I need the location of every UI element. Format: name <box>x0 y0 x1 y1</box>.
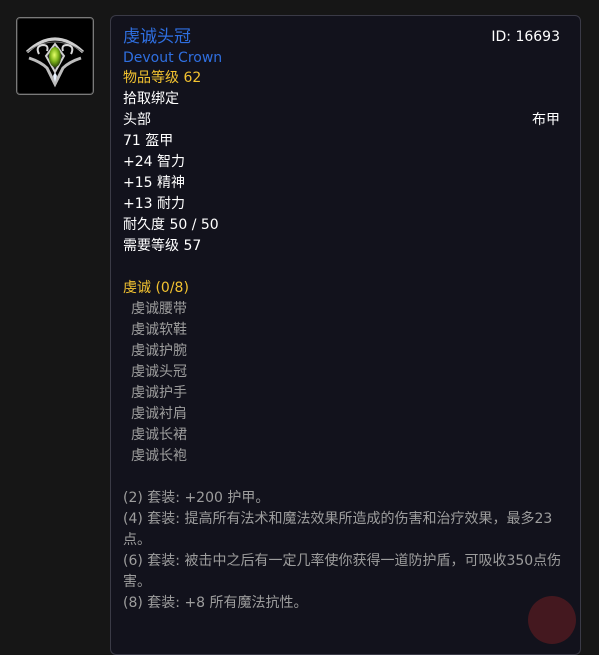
set-piece[interactable]: 虔诚长裙 <box>123 425 568 446</box>
item-icon <box>16 17 94 95</box>
set-piece[interactable]: 虔诚头冠 <box>123 362 568 383</box>
set-bonus-4: (4) 套装: 提高所有法术和魔法效果所造成的伤害和治疗效果，最多23点。 <box>123 511 553 548</box>
devout-crown-icon <box>25 37 85 88</box>
set-title[interactable]: 虔诚 (0/8) <box>123 278 568 299</box>
set-bonus-2: (2) 套装: +200 护甲。 <box>123 490 270 506</box>
stat-spirit: +15 精神 <box>123 175 185 191</box>
item-name-zh[interactable]: 虔诚头冠 <box>123 26 568 49</box>
set-piece[interactable]: 虔诚护手 <box>123 383 568 404</box>
armor-type: 布甲 <box>532 112 560 128</box>
slot-row: 头部 布甲 <box>123 110 568 131</box>
durability: 耐久度 50 / 50 <box>123 217 219 233</box>
item-name-en: Devout Crown <box>123 50 223 66</box>
item-level: 物品等级 62 <box>123 70 202 86</box>
set-piece[interactable]: 虔诚护腕 <box>123 341 568 362</box>
stat-stamina: +13 耐力 <box>123 196 185 212</box>
watermark-logo <box>528 596 576 644</box>
set-bonus-6: (6) 套装: 被击中之后有一定几率使你获得一道防护盾，可吸收350点伤害。 <box>123 553 562 590</box>
required-level: 需要等级 57 <box>123 238 202 254</box>
armor: 71 盔甲 <box>123 133 174 149</box>
set-piece[interactable]: 虔诚软鞋 <box>123 320 568 341</box>
set-piece[interactable]: 虔诚长袍 <box>123 446 568 467</box>
set-piece[interactable]: 虔诚衬肩 <box>123 404 568 425</box>
slot: 头部 <box>123 112 151 128</box>
stat-intellect: +24 智力 <box>123 154 185 170</box>
set-bonus-8: (8) 套装: +8 所有魔法抗性。 <box>123 595 308 611</box>
binding: 拾取绑定 <box>123 91 179 107</box>
item-tooltip: ID: 16693 虔诚头冠 Devout Crown 物品等级 62 拾取绑定… <box>110 15 581 655</box>
set-piece[interactable]: 虔诚腰带 <box>123 299 568 320</box>
